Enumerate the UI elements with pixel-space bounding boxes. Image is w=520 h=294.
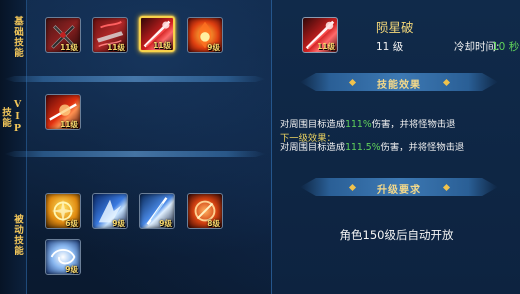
effect-description: 对周围目标造成111%伤害，并将怪物击退 bbox=[280, 119, 456, 130]
category-passive-label: 被动技能 bbox=[12, 214, 23, 256]
category-vip-label: VIP技能 bbox=[0, 99, 23, 135]
next-effect-percent: 111.5% bbox=[345, 142, 381, 153]
skill-level-badge: 11级 bbox=[60, 43, 78, 52]
skill-window: 基础技能 VIP技能 被动技能 11级 11级 11级 9级 11级 6级 9级… bbox=[0, 0, 520, 294]
effect-header: 技能效果 bbox=[377, 80, 421, 91]
upgrade-requirement: 角色150级后自动开放 bbox=[339, 228, 454, 242]
skill-name: 陨星破 bbox=[376, 20, 414, 35]
passive-skill-4[interactable]: 8级 bbox=[187, 193, 223, 229]
skill-level-badge: 11级 bbox=[107, 43, 125, 52]
skill-level-badge: 6级 bbox=[65, 219, 78, 228]
base-skill-4[interactable]: 9级 bbox=[187, 17, 223, 53]
passive-skill-2[interactable]: 9级 bbox=[92, 193, 128, 229]
upgrade-header: 升级要求 bbox=[377, 185, 421, 196]
section-divider bbox=[4, 76, 266, 82]
skill-level: 11 级 bbox=[376, 41, 404, 53]
skill-level-badge: 11级 bbox=[153, 41, 171, 50]
effect-percent: 111% bbox=[345, 119, 372, 130]
skill-level-badge: 8级 bbox=[207, 219, 220, 228]
passive-skill-5[interactable]: 9级 bbox=[45, 239, 81, 275]
next-effect-description: 对周围目标造成111.5%伤害，并将怪物击退 bbox=[280, 142, 465, 153]
skill-level-badge: 11级 bbox=[60, 120, 78, 129]
base-skill-2[interactable]: 11级 bbox=[92, 17, 128, 53]
detail-icon-level: 11级 bbox=[317, 42, 335, 51]
category-base-label: 基础技能 bbox=[12, 16, 23, 58]
skill-level-badge: 9级 bbox=[112, 219, 125, 228]
skill-detail-panel: 11级 陨星破 11 级 冷却时间: 10 秒 技能效果 对周围目标造成111%… bbox=[271, 0, 520, 294]
vip-skill-1[interactable]: 11级 bbox=[45, 94, 81, 130]
skill-level-badge: 9级 bbox=[207, 43, 220, 52]
section-divider bbox=[4, 151, 266, 157]
passive-skill-1[interactable]: 6级 bbox=[45, 193, 81, 229]
detail-skill-icon: 11级 bbox=[302, 17, 338, 53]
category-strip: 基础技能 VIP技能 被动技能 bbox=[0, 0, 27, 294]
base-skill-1[interactable]: 11级 bbox=[45, 17, 81, 53]
cooldown-value: 10 秒 bbox=[492, 41, 520, 53]
skill-level-badge: 9级 bbox=[159, 219, 172, 228]
base-skill-3[interactable]: 11级 bbox=[139, 16, 175, 52]
passive-skill-3[interactable]: 9级 bbox=[139, 193, 175, 229]
skill-level-badge: 9级 bbox=[65, 265, 78, 274]
